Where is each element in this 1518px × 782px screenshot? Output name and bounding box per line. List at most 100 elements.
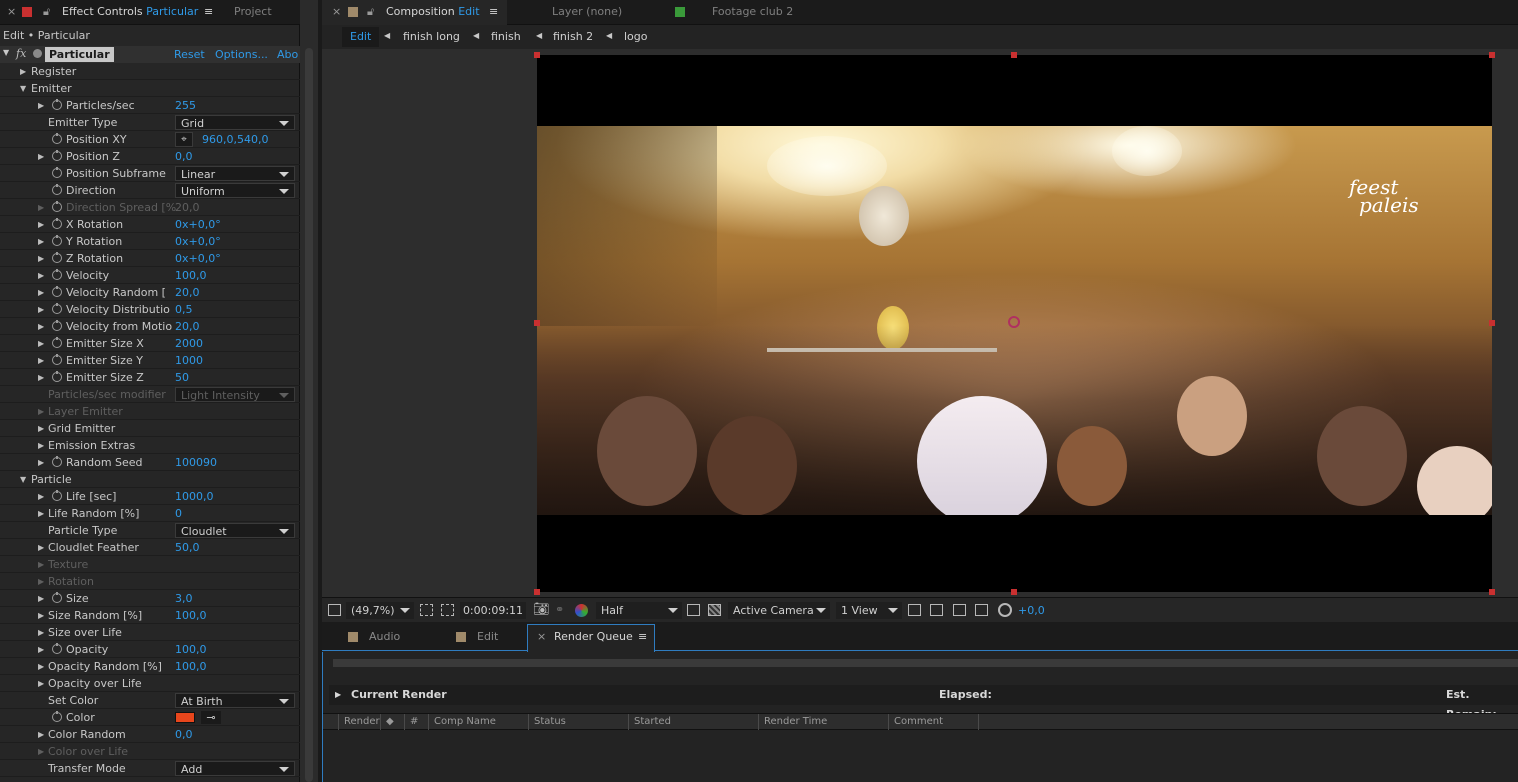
property-row-velocity-from-motio[interactable]: ▶ Velocity from Motio 20,0 — [0, 318, 300, 335]
column-status[interactable]: Status — [528, 714, 628, 730]
expand-arrow-icon[interactable]: ▶ — [38, 590, 44, 607]
property-row-direction[interactable]: Direction Uniform — [0, 182, 300, 199]
property-row-color[interactable]: Color ⊸ — [0, 709, 300, 726]
property-row-color-over-life[interactable]: ▶ Color over Life — [0, 743, 300, 760]
nav-item-edit[interactable]: Edit — [342, 27, 380, 47]
tab-render-queue[interactable]: × Render Queue ≡ — [527, 624, 655, 652]
property-value[interactable]: 0x+0,0° — [175, 250, 221, 267]
close-icon[interactable]: × — [537, 630, 546, 643]
expand-arrow-icon[interactable]: ▶ — [38, 556, 44, 573]
nav-item-logo[interactable]: logo — [624, 30, 648, 43]
property-row-rotation[interactable]: ▶ Rotation — [0, 573, 300, 590]
channel-icon[interactable] — [575, 604, 588, 617]
property-row-particles-sec[interactable]: ▶ Particles/sec 255 — [0, 97, 300, 114]
close-icon[interactable]: × — [332, 0, 341, 25]
property-row-life-random[interactable]: ▶ Life Random [%] 0 — [0, 505, 300, 522]
safe-margins-icon[interactable] — [420, 604, 433, 616]
expand-arrow-icon[interactable]: ▶ — [20, 63, 26, 80]
property-value[interactable]: 50 — [175, 369, 189, 386]
snapshot-icon[interactable]: 📷︎ — [533, 602, 550, 617]
expand-arrow-icon[interactable]: ▶ — [38, 675, 44, 692]
stopwatch-icon[interactable] — [52, 133, 62, 144]
bounding-handle[interactable] — [534, 320, 540, 326]
tab-composition[interactable]: × 🔓︎ Composition Edit ≡ — [322, 0, 507, 25]
property-row-velocity[interactable]: ▶ Velocity 100,0 — [0, 267, 300, 284]
property-dropdown[interactable]: Uniform — [175, 183, 295, 198]
column-number[interactable]: # — [404, 714, 428, 730]
composition-viewer[interactable]: feest paleis — [322, 49, 1518, 597]
column-comment[interactable]: Comment — [888, 714, 978, 730]
magnification-dropdown[interactable]: (49,7%) — [346, 602, 414, 619]
expand-arrow-icon[interactable]: ▶ — [38, 148, 44, 165]
stopwatch-icon[interactable] — [52, 201, 62, 212]
stopwatch-icon[interactable] — [52, 99, 62, 110]
property-row-position-xy[interactable]: Position XY ⌖ 960,0,540,0 — [0, 131, 300, 148]
property-value[interactable]: 0x+0,0° — [175, 233, 221, 250]
property-dropdown[interactable]: Add — [175, 761, 295, 776]
tag-icon[interactable]: ◆ — [380, 714, 404, 730]
tab-layer[interactable]: Layer (none) — [552, 0, 622, 25]
property-row-layer-emitter[interactable]: ▶ Layer Emitter — [0, 403, 300, 420]
bounding-handle[interactable] — [1011, 589, 1017, 595]
property-dropdown[interactable]: Cloudlet — [175, 523, 295, 538]
property-row-size[interactable]: ▶ Size 3,0 — [0, 590, 300, 607]
stopwatch-icon[interactable] — [52, 490, 62, 501]
property-row-texture[interactable]: ▶ Texture — [0, 556, 300, 573]
composition-frame[interactable]: feest paleis — [534, 52, 1495, 595]
expand-arrow-icon[interactable]: ▶ — [38, 284, 44, 301]
stopwatch-icon[interactable] — [52, 337, 62, 348]
property-value[interactable]: 0 — [175, 505, 182, 522]
panel-menu-icon[interactable]: ≡ — [204, 0, 213, 25]
property-row-register[interactable]: ▶ Register — [0, 63, 300, 80]
property-value[interactable]: 0,0 — [175, 148, 193, 165]
property-value[interactable]: 50,0 — [175, 539, 200, 556]
stopwatch-icon[interactable] — [52, 456, 62, 467]
expand-arrow-icon[interactable]: ▶ — [38, 335, 44, 352]
property-value[interactable]: 20,0 — [175, 199, 200, 216]
bounding-handle[interactable] — [534, 589, 540, 595]
camera-dropdown[interactable]: Active Camera — [728, 602, 830, 619]
view-layout-dropdown[interactable]: 1 View — [836, 602, 902, 619]
show-snapshot-icon[interactable]: ⚭ — [555, 603, 564, 616]
timeline-icon[interactable] — [953, 604, 966, 616]
eyedropper-icon[interactable]: ⊸ — [201, 711, 221, 724]
stopwatch-icon[interactable] — [52, 711, 62, 722]
region-of-interest-icon[interactable] — [441, 604, 454, 616]
property-row-color-random[interactable]: ▶ Color Random 0,0 — [0, 726, 300, 743]
stopwatch-icon[interactable] — [52, 269, 62, 280]
about-link[interactable]: Abo — [277, 48, 298, 61]
expand-arrow-icon[interactable]: ▶ — [38, 624, 44, 641]
property-row-particles-sec-modifier[interactable]: Particles/sec modifier Light Intensity — [0, 386, 300, 403]
transparency-grid-icon[interactable] — [708, 604, 721, 616]
column-render-time[interactable]: Render Time — [758, 714, 888, 730]
stopwatch-icon[interactable] — [52, 643, 62, 654]
effect-name[interactable]: Particular — [45, 47, 114, 62]
close-icon[interactable]: × — [7, 0, 16, 25]
reset-link[interactable]: Reset — [174, 48, 205, 61]
fast-previews-icon[interactable] — [687, 604, 700, 616]
expand-arrow-icon[interactable]: ▶ — [38, 607, 44, 624]
expand-arrow-icon[interactable]: ▶ — [38, 539, 44, 556]
bounding-handle[interactable] — [1489, 320, 1495, 326]
column-started[interactable]: Started — [628, 714, 758, 730]
lock-icon[interactable]: 🔓︎ — [367, 0, 374, 25]
bounding-handle[interactable] — [1489, 52, 1495, 58]
nav-item-finish[interactable]: finish — [491, 30, 521, 43]
bounding-handle[interactable] — [534, 52, 540, 58]
property-value[interactable]: 2000 — [175, 335, 203, 352]
panel-menu-icon[interactable]: ≡ — [489, 0, 498, 25]
tab-effect-controls[interactable]: Effect Controls Particular — [62, 0, 198, 25]
property-value[interactable]: 100,0 — [175, 641, 207, 658]
property-value[interactable]: 20,0 — [175, 284, 200, 301]
expand-arrow-icon[interactable]: ▶ — [38, 488, 44, 505]
property-dropdown[interactable]: At Birth — [175, 693, 295, 708]
toggle-pixel-aspect-icon[interactable] — [908, 604, 921, 616]
stopwatch-icon[interactable] — [52, 354, 62, 365]
property-row-random-seed[interactable]: ▶ Random Seed 100090 — [0, 454, 300, 471]
property-row-velocity-random[interactable]: ▶ Velocity Random [20,0 — [0, 284, 300, 301]
stopwatch-icon[interactable] — [52, 371, 62, 382]
collapse-arrow-icon[interactable]: ▼ — [20, 471, 26, 488]
property-row-opacity-random[interactable]: ▶ Opacity Random [%] 100,0 — [0, 658, 300, 675]
property-dropdown[interactable]: Grid — [175, 115, 295, 130]
options-link[interactable]: Options... — [215, 48, 268, 61]
